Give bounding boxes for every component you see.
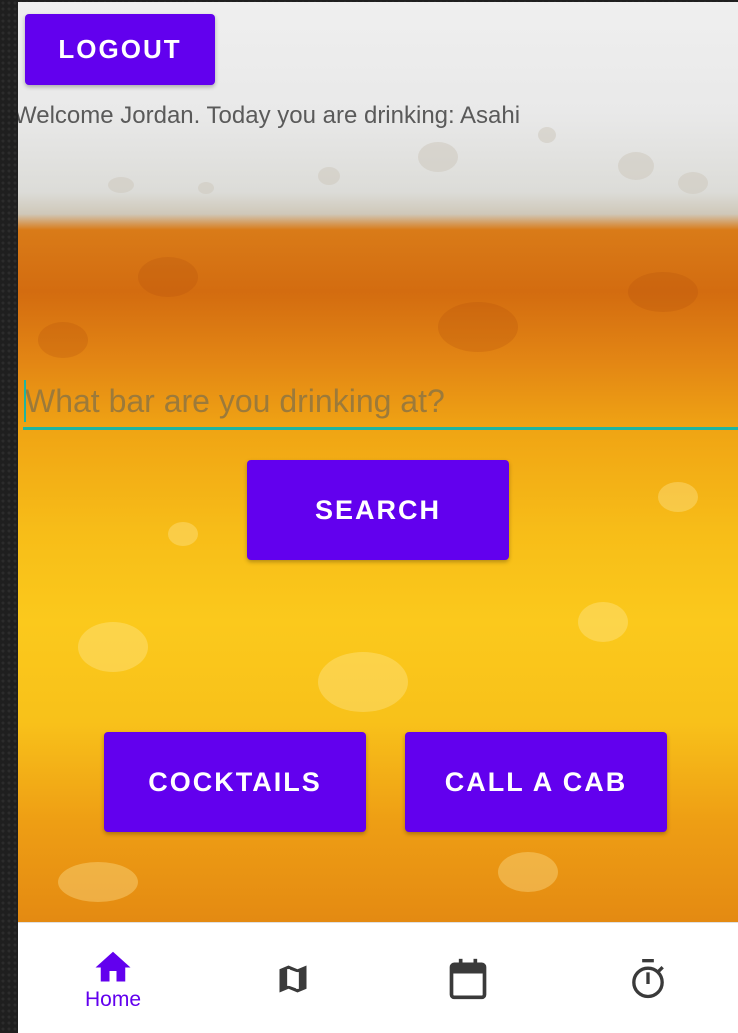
bottom-navigation: Home xyxy=(18,922,738,1033)
nav-item-home[interactable]: Home xyxy=(18,923,208,1033)
calendar-icon xyxy=(446,956,490,1002)
timer-icon xyxy=(628,956,668,1002)
app-screen: LOGOUT Welcome Jordan. Today you are dri… xyxy=(18,2,738,1033)
cocktails-button[interactable]: COCKTAILS xyxy=(104,732,366,832)
nav-label-home: Home xyxy=(84,987,142,1011)
search-button[interactable]: SEARCH xyxy=(247,460,509,560)
welcome-message: Welcome Jordan. Today you are drinking: … xyxy=(18,102,521,129)
nav-item-timer[interactable] xyxy=(558,923,738,1033)
logout-button[interactable]: LOGOUT xyxy=(25,14,215,85)
home-icon xyxy=(92,946,134,982)
call-a-cab-button[interactable]: CALL A CAB xyxy=(405,732,667,832)
nav-item-map[interactable] xyxy=(208,923,378,1033)
bar-search-input[interactable] xyxy=(23,376,738,430)
nav-item-calendar[interactable] xyxy=(378,923,558,1033)
text-cursor xyxy=(24,380,26,422)
map-icon xyxy=(275,960,311,998)
